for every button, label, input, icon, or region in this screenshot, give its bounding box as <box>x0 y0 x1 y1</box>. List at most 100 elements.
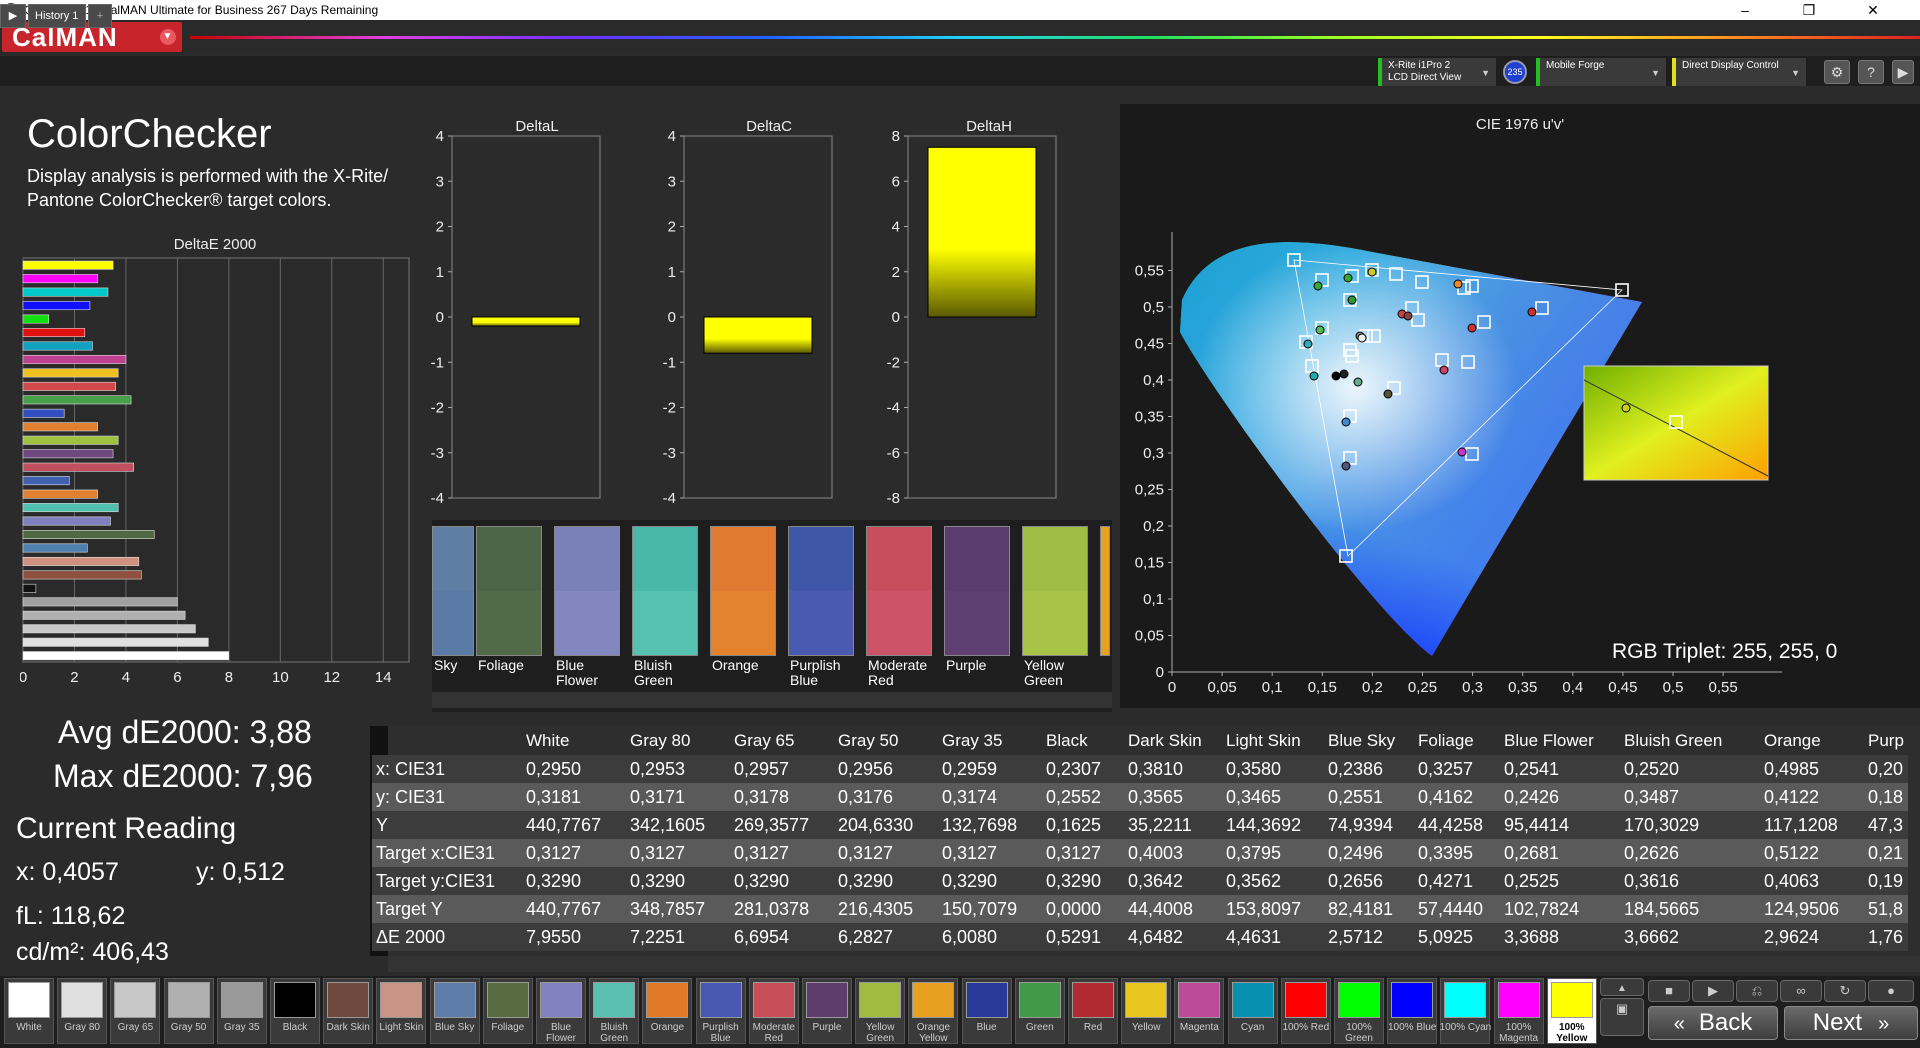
table-cell: 0,3395 <box>1418 842 1474 863</box>
table-cell: 0,2426 <box>1504 786 1560 807</box>
deltae-bar <box>22 301 91 311</box>
refresh-icon[interactable]: ↻ <box>1824 980 1866 1002</box>
patch-color <box>274 982 316 1018</box>
cie-ytick: 0,35 <box>1135 409 1164 426</box>
cie-ytick: 0,55 <box>1135 263 1164 280</box>
table-cell: 0,3795 <box>1226 842 1282 863</box>
color-swatch[interactable] <box>788 526 854 656</box>
table-cell: 3,6662 <box>1624 926 1680 947</box>
table-cell: 184,5665 <box>1624 898 1700 919</box>
table-cell: 0,2541 <box>1504 758 1560 779</box>
cie-ytick: 0,25 <box>1135 482 1164 499</box>
color-swatch[interactable] <box>554 526 620 656</box>
patch-label: 100% Yellow <box>1556 1022 1588 1044</box>
next-button[interactable]: Next » <box>1784 1006 1918 1040</box>
record-icon[interactable]: ⎌ <box>1736 980 1778 1002</box>
play-button-icon[interactable]: ▶ <box>1692 980 1734 1002</box>
patch-color <box>646 982 689 1018</box>
deltae-bar <box>22 462 134 472</box>
cie-ytick: 0 <box>1156 664 1164 681</box>
color-swatch[interactable] <box>1100 526 1110 656</box>
deltae-bar <box>22 287 109 297</box>
swatch-scrollbar[interactable] <box>432 692 1112 708</box>
back-button[interactable]: « Back <box>1648 1006 1778 1040</box>
color-swatch[interactable] <box>432 526 474 656</box>
measured-point <box>1527 307 1537 317</box>
table-cell: 1,76 <box>1868 926 1904 947</box>
delta-ytick: 4 <box>436 128 444 145</box>
patch-color <box>1231 982 1274 1018</box>
stop-button-icon[interactable]: ■ <box>1648 980 1690 1002</box>
deltae-xtick: 8 <box>225 669 233 686</box>
add-tab-button[interactable]: + <box>88 4 112 28</box>
color-swatch[interactable] <box>476 526 542 656</box>
loop-icon[interactable]: ∞ <box>1780 980 1822 1002</box>
table-header <box>372 727 522 755</box>
table-cell: y: CIE31 <box>376 786 446 807</box>
deltae-bar <box>22 274 98 284</box>
delta-ytick: -1 <box>663 354 676 371</box>
color-swatch[interactable] <box>632 526 698 656</box>
maximize-button[interactable]: ❐ <box>1786 1 1832 19</box>
table-cell: 82,4181 <box>1328 898 1394 919</box>
patch-color <box>114 982 157 1018</box>
table-cell: 170,3029 <box>1624 814 1700 835</box>
expand-icon[interactable]: ▶ <box>1892 60 1914 84</box>
delta-ytick: 4 <box>668 128 676 145</box>
table-cell: 0,2496 <box>1328 842 1384 863</box>
swatch-label: Purplish Blue <box>790 657 841 688</box>
delta-ytick: 1 <box>668 264 676 281</box>
table-cell: 0,3127 <box>526 842 582 863</box>
table-cell: 0,20 <box>1868 758 1904 779</box>
deltae-xtick: 12 <box>323 669 340 686</box>
patch-label: Purplish Blue <box>702 1022 739 1044</box>
table-cell: 0,4063 <box>1764 870 1820 891</box>
display-selector[interactable]: Direct Display Control ▼ <box>1672 58 1806 86</box>
table-cell: 7,2251 <box>630 926 686 947</box>
delta-ytick: 8 <box>892 128 900 145</box>
chevron-down-icon: ▼ <box>1651 68 1660 78</box>
table-cell: 102,7824 <box>1504 898 1580 919</box>
patch-label: Magenta <box>1179 1022 1219 1033</box>
up-arrow-icon[interactable]: ▲ <box>1600 978 1644 996</box>
color-swatch[interactable] <box>866 526 932 656</box>
patch-color <box>1550 982 1593 1018</box>
play-icon[interactable]: ▶ <box>0 4 26 28</box>
rainbow-divider <box>190 36 1920 39</box>
table-cell: 117,1208 <box>1764 814 1838 835</box>
patch-label: Blue <box>976 1022 997 1033</box>
settings-gear-icon[interactable]: ⚙ <box>1824 60 1850 84</box>
table-cell: 150,7079 <box>942 898 1018 919</box>
delta-bar <box>471 316 581 327</box>
source-selector[interactable]: Mobile Forge ▼ <box>1536 58 1666 86</box>
table-scrollbar[interactable] <box>388 956 1920 972</box>
color-swatch[interactable] <box>944 526 1010 656</box>
table-cell: 0,2656 <box>1328 870 1384 891</box>
tab-history-1[interactable]: History 1 <box>28 4 86 28</box>
deltae-bar <box>22 422 98 432</box>
meter-badge: 235 <box>1503 60 1527 84</box>
table-cell: 342,1605 <box>630 814 706 835</box>
help-icon[interactable]: ? <box>1858 60 1884 84</box>
table-cell: 0,3174 <box>942 786 998 807</box>
reading-fl: fL: 118,62 <box>16 902 126 930</box>
measured-point <box>1341 417 1351 427</box>
table-cell: 0,3181 <box>526 786 582 807</box>
patch-label: Gray 65 <box>117 1022 154 1033</box>
color-swatch[interactable] <box>710 526 776 656</box>
table-cell: 0,3178 <box>734 786 790 807</box>
close-circle-icon[interactable]: ● <box>1868 980 1914 1002</box>
table-cell: 7,9550 <box>526 926 582 947</box>
chevron-down-icon: ▼ <box>1791 68 1800 78</box>
close-button[interactable]: ✕ <box>1850 1 1896 19</box>
patch-color <box>912 982 955 1018</box>
stop-icon[interactable]: ▣ <box>1600 998 1644 1036</box>
patch-color <box>1284 982 1327 1018</box>
minimize-button[interactable]: – <box>1722 1 1768 19</box>
measured-point <box>1357 333 1367 343</box>
patch-label: Light Skin <box>379 1022 424 1033</box>
avg-de2000: Avg dE2000: 3,88 <box>58 714 312 750</box>
swatch-label: Foliage <box>478 657 524 673</box>
meter-selector[interactable]: X-Rite i1Pro 2 LCD Direct View ▼ <box>1378 58 1496 86</box>
color-swatch[interactable] <box>1022 526 1088 656</box>
